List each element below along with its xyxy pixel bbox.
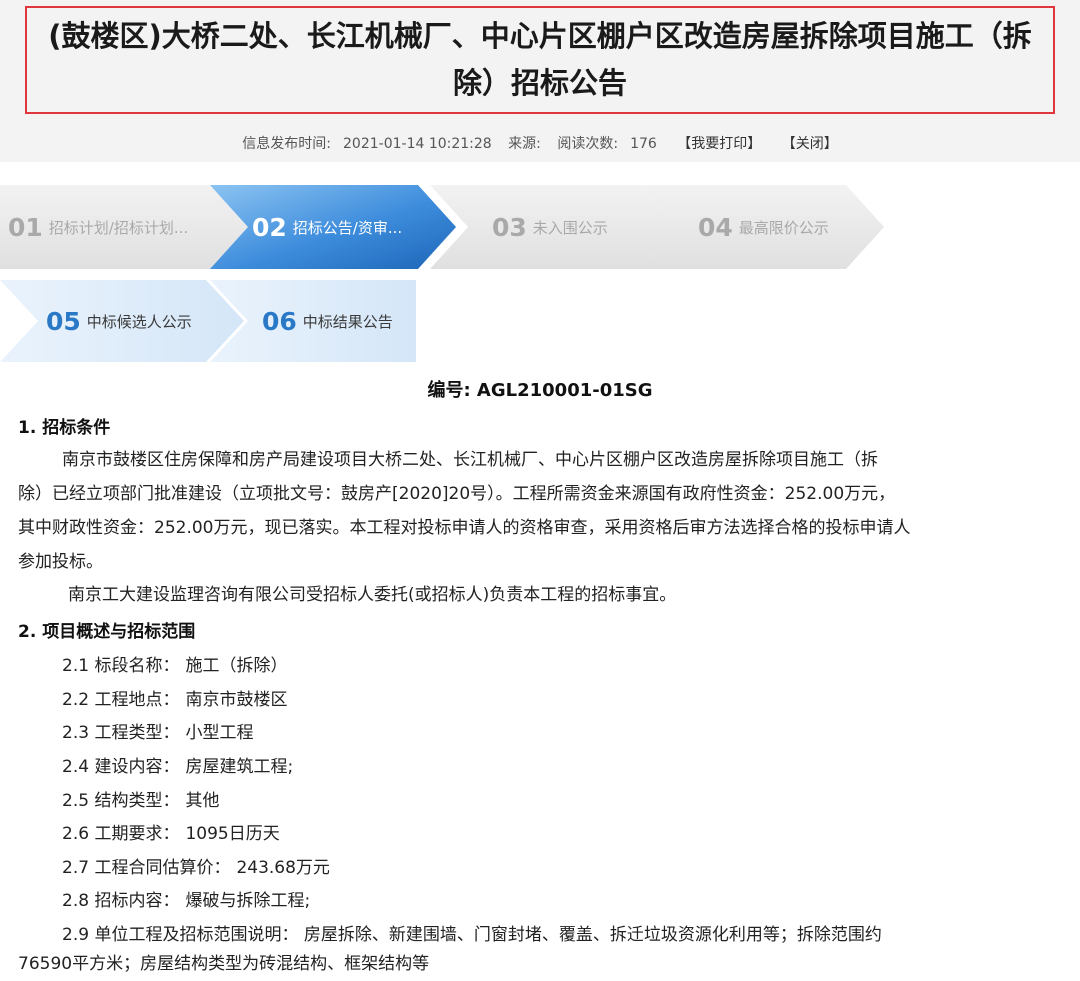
reads-label: 阅读次数:	[557, 136, 619, 152]
item-2-1: 2.1 标段名称： 施工（拆除）	[62, 651, 287, 676]
section-1-para1-line2: 除）已经立项部门批准建设（立项批文号：鼓房产[2020]20号）。工程所需资金来…	[18, 484, 896, 504]
section-1-para2: 南京工大建设监理咨询有限公司受招标人委托(或招标人)负责本工程的招标事宜。	[68, 585, 677, 605]
item-2-1-value: 施工（拆除）	[185, 656, 288, 676]
page-title: (鼓楼区)大桥二处、长江机械厂、中心片区棚户区改造房屋拆除项目施工（拆除）招标公…	[48, 19, 1032, 100]
step-02[interactable]: 02 招标公告/资审...	[210, 185, 456, 269]
section-1-para1-line3: 其中财政性资金：252.00万元，现已落实。本工程对投标申请人的资格审查，采用资…	[18, 518, 911, 538]
step-06-number: 06	[262, 306, 297, 336]
section-1-para1-line1: 南京市鼓楼区住房保障和房产局建设项目大桥二处、长江机械厂、中心片区棚户区改造房屋…	[62, 450, 878, 470]
step-01-label: 招标计划/招标计划...	[48, 218, 189, 237]
item-2-8: 2.8 招标内容： 爆破与拆除工程;	[62, 886, 310, 911]
step-05-number: 05	[46, 306, 81, 336]
item-2-3: 2.3 工程类型： 小型工程	[62, 718, 253, 743]
item-2-6-value: 1095日历天	[185, 824, 280, 844]
item-2-5-value: 其他	[185, 791, 220, 811]
section-2-title: 2. 项目概述与招标范围	[18, 622, 196, 642]
step-04[interactable]: 04 最高限价公示	[638, 185, 884, 269]
item-2-1-key: 2.1 标段名称：	[62, 656, 180, 676]
item-2-6-key: 2.6 工期要求：	[62, 824, 180, 844]
item-2-8-key: 2.8 招标内容：	[62, 891, 180, 911]
item-2-2-value: 南京市鼓楼区	[185, 690, 288, 710]
item-2-7-value: 243.68万元	[236, 858, 330, 878]
print-button[interactable]: 【我要打印】	[677, 136, 761, 152]
step-03-number: 03	[492, 212, 527, 242]
item-2-8-value: 爆破与拆除工程;	[185, 891, 311, 911]
step-05[interactable]: 05 中标候选人公示	[0, 280, 244, 362]
item-2-3-value: 小型工程	[185, 723, 254, 743]
section-1-para1-line4: 参加投标。	[18, 552, 103, 572]
step-06[interactable]: 06 中标结果公告	[210, 280, 416, 362]
item-2-2: 2.2 工程地点： 南京市鼓楼区	[62, 685, 287, 710]
item-2-9-line2: 76590平方米；房屋结构类型为砖混结构、框架结构等	[18, 954, 430, 974]
item-2-3-key: 2.3 工程类型：	[62, 723, 180, 743]
step-04-number: 04	[698, 212, 733, 242]
item-2-2-key: 2.2 工程地点：	[62, 690, 180, 710]
item-2-7-key: 2.7 工程合同估算价：	[62, 858, 231, 878]
item-2-9-line1: 2.9 单位工程及招标范围说明： 房屋拆除、新建围墙、门窗封堵、覆盖、拆迁垃圾资…	[62, 925, 882, 945]
reads-count: 176	[630, 136, 657, 152]
step-02-label: 招标公告/资审...	[292, 218, 403, 237]
publish-time: 2021-01-14 10:21:28	[343, 136, 492, 152]
step-03-label: 未入围公示	[532, 218, 608, 237]
item-2-4-value: 房屋建筑工程;	[185, 757, 294, 777]
publish-label: 信息发布时间:	[242, 136, 332, 152]
step-02-number: 02	[252, 212, 287, 242]
item-2-5-key: 2.5 结构类型：	[62, 791, 180, 811]
source-label: 来源:	[508, 136, 541, 152]
item-2-4-key: 2.4 建设内容：	[62, 757, 180, 777]
meta-bar: 信息发布时间: 2021-01-14 10:21:28 来源: 阅读次数: 176 …	[0, 133, 1080, 153]
step-05-label: 中标候选人公示	[86, 312, 192, 331]
item-2-6: 2.6 工期要求： 1095日历天	[62, 819, 280, 844]
item-2-7: 2.7 工程合同估算价： 243.68万元	[62, 853, 330, 878]
title-box: (鼓楼区)大桥二处、长江机械厂、中心片区棚户区改造房屋拆除项目施工（拆除）招标公…	[25, 6, 1055, 114]
section-1-title: 1. 招标条件	[18, 418, 111, 438]
item-2-5: 2.5 结构类型： 其他	[62, 786, 219, 811]
step-04-label: 最高限价公示	[738, 218, 829, 237]
close-button[interactable]: 【关闭】	[782, 136, 838, 152]
step-06-label: 中标结果公告	[302, 312, 393, 331]
item-2-4: 2.4 建设内容： 房屋建筑工程;	[62, 752, 293, 777]
document-code: 编号: AGL210001-01SG	[427, 380, 653, 401]
step-01-number: 01	[8, 212, 43, 242]
